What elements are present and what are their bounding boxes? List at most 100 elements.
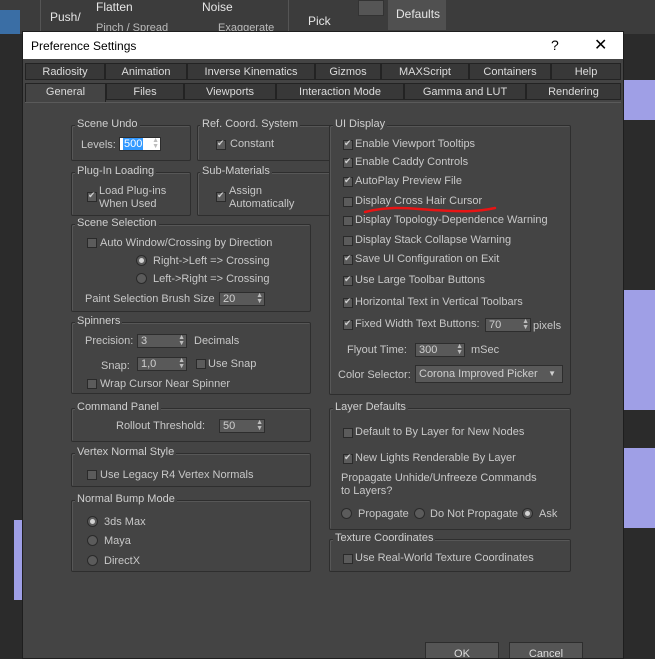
tab-gamma-and-lut[interactable]: Gamma and LUT <box>404 83 526 100</box>
command-panel-title: Command Panel <box>75 401 161 413</box>
right-left-radio[interactable] <box>136 255 147 266</box>
tab-help[interactable]: Help <box>551 63 621 80</box>
cross-hair-checkbox[interactable] <box>343 197 353 207</box>
flyout-spinner[interactable]: 300 ▲ ▼ <box>415 343 465 357</box>
levels-value: 500 <box>123 138 144 150</box>
save-ui-checkbox[interactable] <box>343 253 353 265</box>
spinner-arrows-icon[interactable]: ▲ ▼ <box>178 357 185 370</box>
close-small-icon[interactable] <box>358 0 384 16</box>
scene-selection-title: Scene Selection <box>75 217 159 229</box>
normal-bump-title: Normal Bump Mode <box>75 493 177 505</box>
ui-display-title: UI Display <box>333 118 388 130</box>
left-right-radio[interactable] <box>136 273 147 284</box>
assign-auto-checkbox[interactable] <box>216 190 226 202</box>
maya-radio[interactable] <box>87 535 98 546</box>
use-snap-checkbox[interactable] <box>196 359 206 369</box>
tab-containers[interactable]: Containers <box>469 63 551 80</box>
preference-settings-dialog: Preference Settings ? ✕ Radiosity Animat… <box>22 31 624 659</box>
default-bylayer-checkbox[interactable] <box>343 428 353 438</box>
noise-label[interactable]: Noise <box>202 0 233 14</box>
fixed-width-checkbox[interactable] <box>343 318 353 330</box>
paint-brush-value: 20 <box>223 293 236 305</box>
flyout-value: 300 <box>419 344 438 356</box>
msec-label: mSec <box>471 344 500 356</box>
load-plugins-label: Load Plug-ins <box>99 185 167 197</box>
large-toolbar-checkbox[interactable] <box>343 274 353 286</box>
auto-window-checkbox[interactable] <box>87 238 97 248</box>
assign-label: Assign <box>229 185 263 197</box>
levels-spinner[interactable]: 500 ▲ ▼ <box>119 137 161 151</box>
tab-radiosity[interactable]: Radiosity <box>25 63 105 80</box>
snap-spinner[interactable]: 1,0 ▲ ▼ <box>137 357 187 371</box>
tab-animation[interactable]: Animation <box>105 63 187 80</box>
tab-files[interactable]: Files <box>106 83 184 100</box>
rollout-spinner[interactable]: 50 ▲ ▼ <box>219 419 265 433</box>
decimals-label: Decimals <box>194 335 240 347</box>
horizontal-text-checkbox[interactable] <box>343 296 353 308</box>
spinners-title: Spinners <box>75 315 123 327</box>
fixed-width-spinner[interactable]: 70 ▲ ▼ <box>485 318 531 332</box>
tab-maxscript[interactable]: MAXScript <box>381 63 469 80</box>
precision-value: 3 <box>141 335 148 347</box>
tab-general[interactable]: General <box>25 83 106 103</box>
propagate-question: Propagate Unhide/Unfreeze Commands <box>341 472 537 484</box>
vertex-normal-title: Vertex Normal Style <box>75 446 177 458</box>
spinner-arrows-icon[interactable]: ▲ ▼ <box>152 137 159 150</box>
stack-collapse-checkbox[interactable] <box>343 236 353 246</box>
autoplay-preview-checkbox[interactable] <box>343 175 353 187</box>
do-not-propagate-radio[interactable] <box>414 508 425 519</box>
autoplay-preview-label: AutoPlay Preview File <box>355 175 462 187</box>
viewport-tooltips-checkbox[interactable] <box>343 138 353 150</box>
do-not-propagate-label: Do Not Propagate <box>430 508 519 520</box>
chevron-down-icon: ▼ <box>548 369 556 378</box>
directx-radio[interactable] <box>87 555 98 566</box>
topology-warning-checkbox[interactable] <box>343 216 353 226</box>
background-toolbar: Push/ Flatten Pinch / Spread Noise Exagg… <box>0 0 655 34</box>
ok-button[interactable]: OK <box>425 642 499 658</box>
flatten-label[interactable]: Flatten <box>96 0 133 14</box>
wrap-cursor-checkbox[interactable] <box>87 379 97 389</box>
tab-interaction-mode[interactable]: Interaction Mode <box>276 83 404 100</box>
load-plugins-checkbox[interactable] <box>87 190 97 202</box>
close-icon[interactable]: ✕ <box>594 35 607 55</box>
spinner-arrows-icon[interactable]: ▲ ▼ <box>256 419 263 432</box>
load-plugins-label-2: When Used <box>99 198 157 210</box>
tab-rendering[interactable]: Rendering <box>526 83 621 100</box>
new-lights-label: New Lights Renderable By Layer <box>355 452 516 464</box>
pick-label[interactable]: Pick <box>308 14 331 28</box>
legacy-normals-checkbox[interactable] <box>87 470 97 480</box>
left-right-label: Left->Right => Crossing <box>153 273 270 285</box>
ask-label: Ask <box>539 508 558 520</box>
defaults-label: Defaults <box>396 7 441 21</box>
directx-label: DirectX <box>104 555 141 567</box>
tab-viewports[interactable]: Viewports <box>184 83 276 100</box>
propagate-radio[interactable] <box>341 508 352 519</box>
propagate-question-2: to Layers? <box>341 485 393 497</box>
tab-inverse-kinematics[interactable]: Inverse Kinematics <box>187 63 315 80</box>
texture-coords-title: Texture Coordinates <box>333 532 436 544</box>
real-world-label: Use Real-World Texture Coordinates <box>355 552 534 564</box>
new-lights-checkbox[interactable] <box>343 452 353 464</box>
cancel-button[interactable]: Cancel <box>509 642 583 658</box>
3dsmax-radio[interactable] <box>87 516 98 527</box>
precision-spinner[interactable]: 3 ▲ ▼ <box>137 334 187 348</box>
defaults-button[interactable]: Defaults <box>388 0 446 30</box>
spinner-arrows-icon[interactable]: ▲ ▼ <box>178 334 185 347</box>
red-annotation-stroke <box>363 206 497 214</box>
paint-brush-spinner[interactable]: 20 ▲ ▼ <box>219 292 265 306</box>
constant-checkbox[interactable] <box>216 138 226 150</box>
tab-gizmos[interactable]: Gizmos <box>315 63 381 80</box>
push-pull-label[interactable]: Push/ <box>50 10 81 24</box>
plugin-loading-title: Plug-In Loading <box>75 165 157 177</box>
caddy-controls-checkbox[interactable] <box>343 156 353 168</box>
3dsmax-label: 3ds Max <box>104 516 146 528</box>
spinner-arrows-icon[interactable]: ▲ ▼ <box>256 292 263 305</box>
real-world-checkbox[interactable] <box>343 554 353 564</box>
spinner-arrows-icon[interactable]: ▲ ▼ <box>456 343 463 356</box>
color-selector-value: Corona Improved Picker <box>419 368 538 380</box>
ask-radio[interactable] <box>522 508 533 519</box>
paint-brush-label: Paint Selection Brush Size <box>85 293 215 305</box>
help-icon[interactable]: ? <box>551 37 559 53</box>
spinner-arrows-icon[interactable]: ▲ ▼ <box>522 318 529 331</box>
color-selector-dropdown[interactable]: Corona Improved Picker ▼ <box>415 365 563 383</box>
